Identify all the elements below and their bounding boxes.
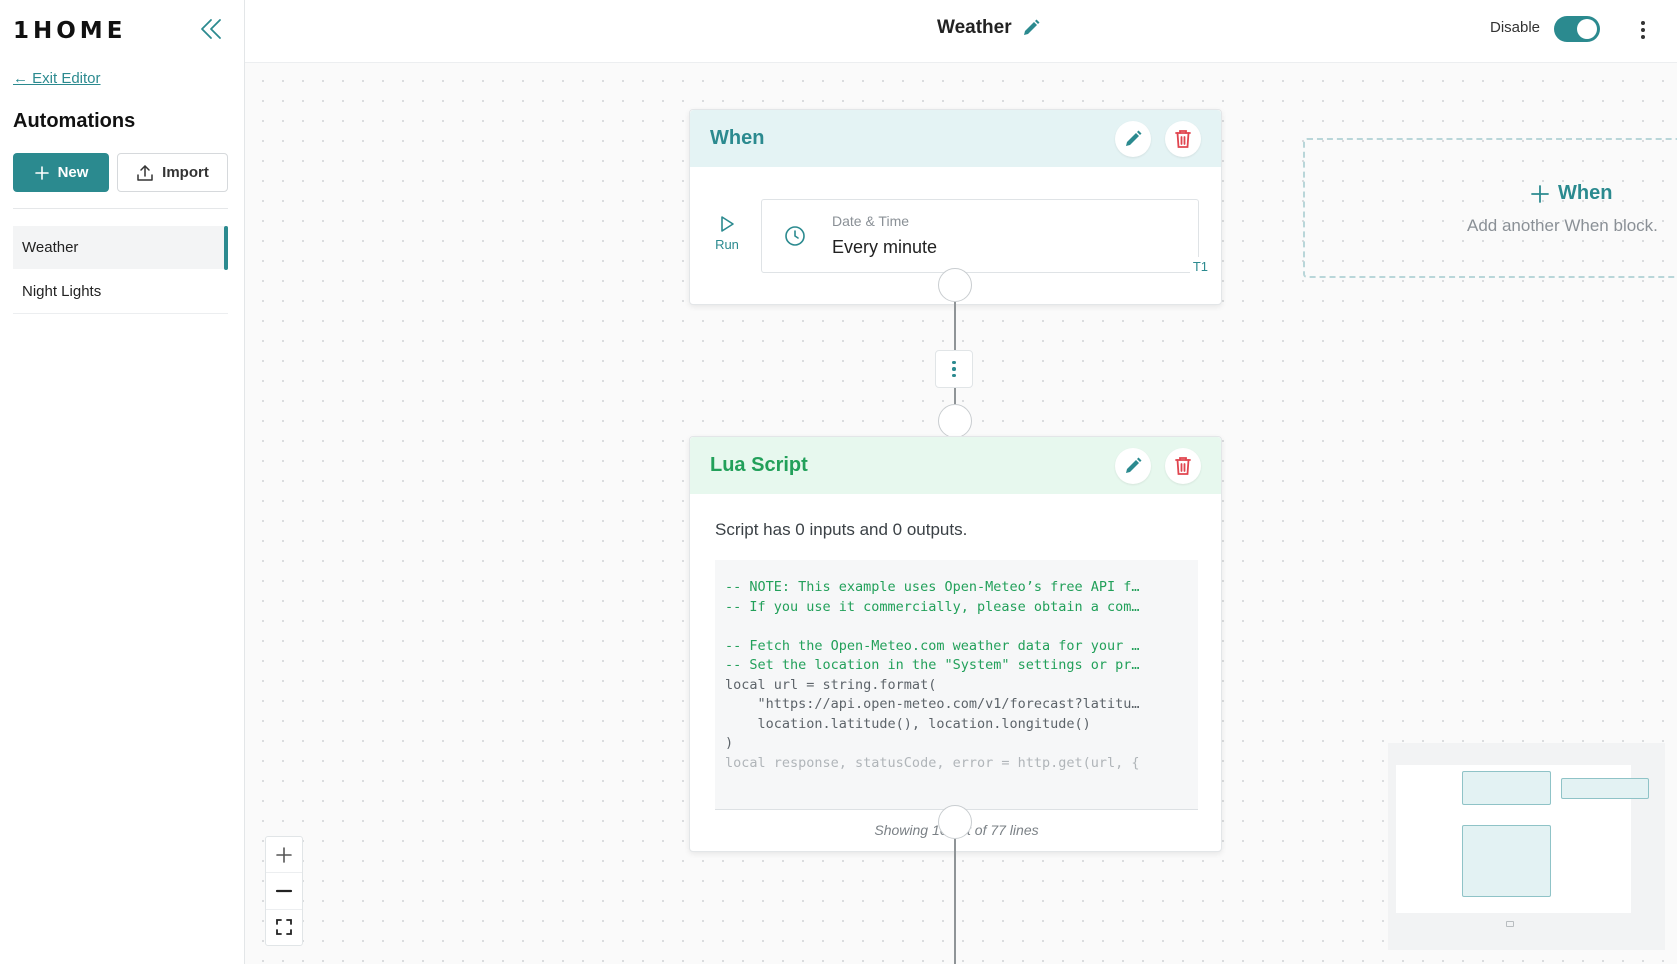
minimap-node	[1462, 771, 1551, 805]
kebab-dot	[1641, 28, 1645, 32]
double-chevron-left-icon	[201, 19, 221, 39]
edit-title-button[interactable]	[1021, 18, 1041, 38]
edit-when-button[interactable]	[1115, 120, 1151, 157]
sidebar-item-label: Night Lights	[22, 283, 102, 300]
import-automation-button[interactable]: Import	[117, 153, 228, 192]
zoom-in-button[interactable]	[266, 837, 302, 874]
when-block-header: When	[690, 110, 1221, 167]
kebab-dot	[1641, 21, 1645, 25]
trigger-tag: T1	[1189, 257, 1211, 276]
delete-lua-button[interactable]	[1165, 447, 1201, 484]
lua-output-handle[interactable]	[938, 805, 972, 839]
add-when-title: When	[1530, 182, 1612, 205]
add-when-block-button[interactable]: When Add another When block.	[1303, 138, 1677, 278]
lua-input-handle[interactable]	[938, 404, 972, 438]
code-line: "https://api.open-meteo.com/v1/forecast?…	[725, 696, 1140, 712]
code-line: -- If you use it commercially, please ob…	[725, 598, 1140, 615]
pencil-icon	[1126, 130, 1142, 146]
pencil-icon	[1023, 19, 1040, 35]
run-label: Run	[715, 237, 739, 252]
code-line: )	[725, 735, 734, 751]
code-preview[interactable]: -- NOTE: This example uses Open-Meteo’s …	[715, 560, 1198, 810]
fit-view-button[interactable]	[266, 910, 302, 945]
fit-view-icon	[276, 919, 292, 936]
trash-icon	[1175, 129, 1191, 148]
title-group: Weather	[937, 17, 1041, 39]
editor-header: Weather Disable	[245, 0, 1677, 63]
code-line: local url = string.format(	[725, 676, 937, 693]
trigger-item[interactable]: Date & Time Every minute T1	[761, 199, 1211, 276]
code-line: -- Fetch the Open-Meteo.com weather data…	[725, 637, 1140, 654]
code-line: -- Set the location in the "System" sett…	[725, 657, 1140, 673]
disable-toggle-label: Disable	[1490, 19, 1541, 36]
more-options-button[interactable]	[1633, 16, 1653, 44]
lua-block-actions	[1115, 447, 1201, 484]
insert-step-button[interactable]	[935, 350, 973, 388]
kebab-dot	[952, 373, 956, 378]
trigger-type: Date & Time	[832, 213, 910, 229]
minimap-node	[1506, 921, 1514, 927]
import-button-label: Import	[162, 164, 209, 181]
collapse-sidebar-button[interactable]	[198, 16, 224, 42]
minimap[interactable]	[1388, 743, 1665, 950]
minimap-node	[1561, 778, 1649, 799]
script-summary: Script has 0 inputs and 0 outputs.	[715, 520, 968, 539]
zoom-controls	[265, 836, 303, 946]
zoom-out-button[interactable]	[266, 873, 302, 910]
pencil-icon	[1126, 457, 1142, 473]
plus-icon	[276, 846, 292, 863]
connector-line	[954, 302, 956, 350]
edit-lua-button[interactable]	[1115, 447, 1151, 484]
code-line: -- NOTE: This example uses Open-Meteo’s …	[725, 579, 1140, 595]
plus-icon	[1531, 184, 1549, 203]
minus-icon	[275, 889, 293, 893]
code-line: location.latitude(), location.longitude(…	[725, 715, 1091, 732]
lua-script-block[interactable]: Lua Script Script has 0 inputs and 0 out…	[689, 436, 1222, 852]
add-when-label: When	[1558, 182, 1613, 204]
automations-heading: Automations	[13, 110, 136, 132]
add-when-subtitle: Add another When block.	[1467, 216, 1658, 235]
kebab-dot	[1641, 35, 1645, 39]
when-output-handle[interactable]	[938, 268, 972, 302]
new-button-label: New	[57, 164, 89, 181]
code-line: local response, statusCode, error = http…	[725, 754, 1140, 771]
kebab-dot	[952, 367, 956, 371]
disable-toggle[interactable]	[1554, 16, 1600, 42]
page-title: Weather	[937, 17, 1012, 38]
play-icon	[721, 216, 734, 232]
exit-editor-link[interactable]: ← Exit Editor	[13, 70, 101, 87]
delete-when-button[interactable]	[1165, 120, 1201, 157]
sidebar: 1HOME ← Exit Editor Automations New Impo…	[0, 0, 245, 964]
automation-list: Weather Night Lights	[13, 226, 228, 314]
app-logo: 1HOME	[13, 18, 127, 44]
upload-icon	[137, 164, 153, 181]
toggle-knob	[1577, 19, 1597, 39]
when-block-title: When	[710, 127, 765, 149]
sidebar-item-label: Weather	[22, 239, 79, 256]
when-block-actions	[1115, 120, 1201, 157]
trigger-value: Every minute	[832, 237, 938, 257]
clock-icon	[785, 226, 805, 246]
trash-icon	[1175, 456, 1191, 475]
sidebar-item-weather[interactable]: Weather	[13, 226, 228, 270]
new-automation-button[interactable]: New	[13, 153, 109, 192]
run-button[interactable]: Run	[712, 215, 742, 252]
lua-block-title: Lua Script	[710, 454, 808, 476]
lua-block-header: Lua Script	[690, 437, 1221, 494]
minimap-node	[1462, 825, 1551, 897]
flow-canvas[interactable]: When Run Date & Time Every minute T1 Lua…	[245, 63, 1677, 964]
connector-line	[954, 839, 956, 964]
plus-icon	[34, 165, 49, 180]
sidebar-divider	[13, 208, 228, 209]
sidebar-item-night-lights[interactable]: Night Lights	[13, 270, 228, 314]
kebab-dot	[952, 360, 956, 365]
